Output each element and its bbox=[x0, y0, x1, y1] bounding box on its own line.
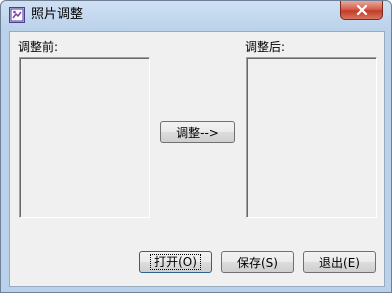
close-icon bbox=[356, 5, 367, 15]
adjust-button-label: 调整--> bbox=[176, 125, 219, 140]
after-picture-box bbox=[246, 57, 377, 218]
after-label: 调整后: bbox=[245, 40, 286, 54]
app-window: 照片调整 调整前: 调整后: 调整--> 打开(O) 保存(S) 退出(E) bbox=[0, 0, 392, 293]
save-button[interactable]: 保存(S) bbox=[221, 251, 294, 273]
open-button-label: 打开(O) bbox=[150, 254, 201, 270]
window-title: 照片调整 bbox=[31, 7, 84, 22]
save-button-label: 保存(S) bbox=[237, 255, 278, 270]
before-picture-box bbox=[19, 57, 150, 218]
exit-button[interactable]: 退出(E) bbox=[303, 251, 376, 273]
exit-button-label: 退出(E) bbox=[319, 255, 360, 270]
close-button[interactable] bbox=[340, 1, 383, 20]
title-bar[interactable]: 照片调整 bbox=[1, 1, 391, 29]
photo-app-icon bbox=[9, 7, 25, 23]
client-area: 调整前: 调整后: 调整--> 打开(O) 保存(S) 退出(E) bbox=[9, 31, 385, 287]
adjust-button[interactable]: 调整--> bbox=[160, 121, 235, 143]
before-label: 调整前: bbox=[18, 40, 59, 54]
open-button[interactable]: 打开(O) bbox=[139, 251, 212, 273]
